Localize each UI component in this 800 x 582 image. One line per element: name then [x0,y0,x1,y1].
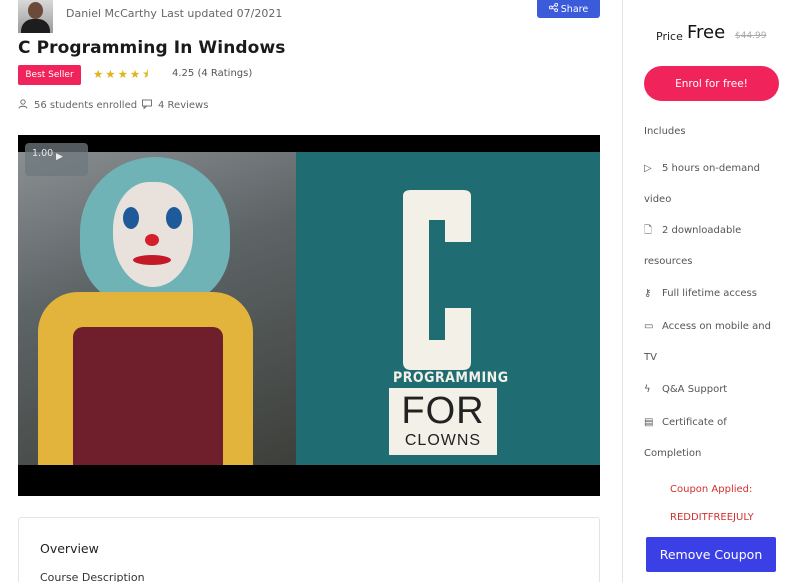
feature-resources: 🗋 2 downloadable resources [644,215,784,277]
course-page: Daniel McCarthy Last updated 07/2021 Sha… [0,0,800,582]
feature-support-text: Q&A Support [662,384,728,395]
share-label: Share [560,3,589,15]
coupon-applied-label: Coupon Applied: [670,484,753,495]
course-description-heading: Course Description [40,571,145,582]
video-player[interactable] [18,135,600,496]
feature-mobile: ▭ Access on mobile and TV [644,311,784,373]
students-enrolled-text: 56 students enrolled [34,100,138,111]
feature-video: ▷ 5 hours on-demand video [644,153,784,215]
share-icon [548,2,558,15]
overview-title: Overview [40,541,99,556]
user-icon [18,99,28,112]
feature-certificate-text-2: Completion [644,448,702,459]
thumbnail-big-c [403,190,471,370]
feature-mobile-text-2: TV [644,352,657,363]
bolt-icon: ϟ [644,384,651,395]
feature-resources-text-2: resources [644,256,693,267]
certificate-icon: ▤ [644,417,654,428]
speed-label: 1.00 [32,148,54,159]
feature-video-text-2: video [644,194,672,205]
thumbnail-programming-word: PROGRAMMING [393,370,509,386]
thumbnail-for-word: FOR [401,390,485,432]
coupon-code: REDDITFREEJULY [670,512,754,523]
feature-resources-text: 2 downloadable [662,225,742,236]
reviews-count[interactable]: 4 Reviews [142,99,208,112]
last-updated: Last updated 07/2021 [161,7,283,20]
avatar-body [21,19,50,33]
reviews-text: 4 Reviews [158,100,209,111]
share-button[interactable]: Share [537,0,600,18]
price-label: Price [656,30,683,43]
thumbnail-clowns-word: CLOWNS [404,432,482,449]
avatar-head [28,2,43,19]
feature-lifetime: ⚷ Full lifetime access [644,278,784,309]
remove-coupon-button[interactable]: Remove Coupon [646,537,776,572]
rating-text: 4.25 (4 Ratings) [172,68,253,79]
file-icon: 🗋 [644,225,653,236]
video-thumbnail-person [18,152,296,465]
feature-video-text: 5 hours on-demand [662,163,760,174]
devices-icon: ▭ [644,321,654,332]
thumbnail-eye-left [123,207,139,229]
key-icon: ⚷ [644,288,652,299]
feature-certificate-text: Certificate of [662,417,727,428]
course-title: C Programming In Windows [18,38,286,58]
comment-icon [142,99,152,112]
rating-stars: ★★★★⯨ [93,67,151,81]
author-name[interactable]: Daniel McCarthy [66,7,157,20]
price-value: Free [687,22,726,43]
old-price: $44.99 [735,31,767,41]
author-avatar[interactable] [18,0,53,33]
playback-speed-button[interactable]: 1.00 ▶ [25,143,88,176]
includes-heading: Includes [644,126,686,137]
thumbnail-eye-right [166,207,182,229]
feature-certificate: ▤ Certificate of Completion [644,407,784,469]
thumbnail-mouth [133,255,171,265]
enrol-button[interactable]: Enrol for free! [644,66,779,101]
students-enrolled: 56 students enrolled [18,99,137,112]
thumbnail-nose [145,234,159,246]
thumbnail-dress [73,327,223,465]
play-icon[interactable]: ▶ [56,152,63,162]
feature-mobile-text: Access on mobile and [662,321,771,332]
feature-support: ϟ Q&A Support [644,374,784,405]
feature-lifetime-text: Full lifetime access [662,288,757,299]
play-icon: ▷ [644,163,652,174]
best-seller-badge: Best Seller [18,65,81,85]
